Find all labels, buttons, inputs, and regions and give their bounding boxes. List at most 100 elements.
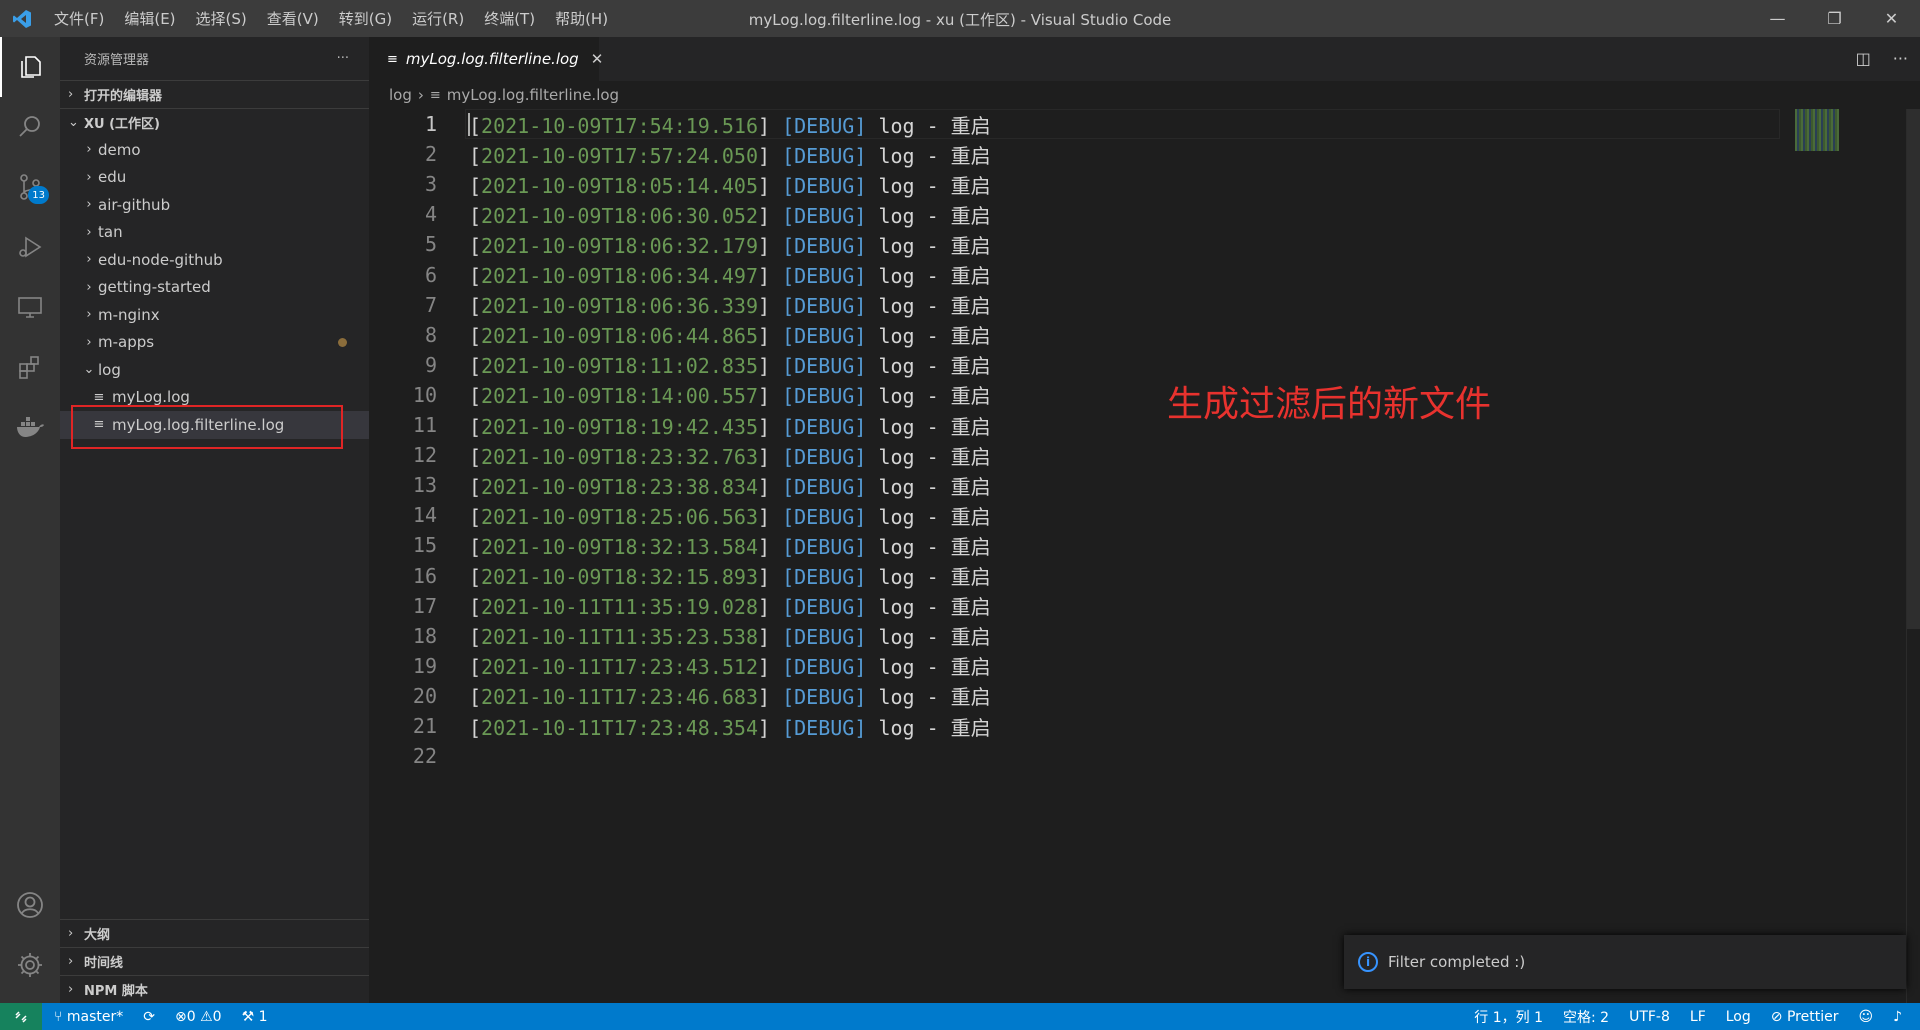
scm-count-badge: 13: [28, 186, 49, 204]
more-actions-button[interactable]: ···: [337, 51, 349, 66]
menu-item[interactable]: 编辑(E): [114, 8, 185, 29]
menu-item[interactable]: 选择(S): [186, 8, 257, 29]
prettier-status[interactable]: ⊘ Prettier: [1771, 1009, 1839, 1025]
folder-item[interactable]: › getting-started: [60, 274, 369, 302]
cursor-position[interactable]: 行 1，列 1: [1474, 1007, 1543, 1027]
folder-item[interactable]: › edu-node-github: [60, 246, 369, 274]
minimize-button[interactable]: —: [1749, 0, 1806, 37]
notifications-bell-icon[interactable]: ♪: [1893, 1009, 1902, 1025]
folder-item[interactable]: › tan: [60, 219, 369, 247]
activity-bar: 13: [0, 37, 60, 1003]
docker-icon[interactable]: [0, 397, 60, 457]
more-actions-icon[interactable]: ···: [1893, 49, 1908, 68]
editor-area[interactable]: 1 [2021-10-09T17:54:19.516] [DEBUG] log -…: [369, 109, 1920, 1003]
account-icon[interactable]: [0, 875, 60, 935]
code-line: 8 [2021-10-09T18:06:44.865] [DEBUG] log -…: [369, 320, 1789, 350]
folder-item[interactable]: › demo: [60, 136, 369, 164]
npm-scripts-section[interactable]: › NPM 脚本: [60, 975, 369, 1003]
menu-item[interactable]: 终端(T): [474, 8, 545, 29]
chevron-down-icon: ⌄: [83, 362, 95, 378]
minimap[interactable]: [1795, 109, 1839, 151]
close-window-button[interactable]: ✕: [1863, 0, 1920, 37]
bracket-open: [: [469, 113, 482, 138]
feedback-icon[interactable]: ☺: [1858, 1009, 1873, 1025]
breadcrumb-folder[interactable]: log: [389, 86, 412, 104]
manage-gear-icon[interactable]: [0, 935, 60, 995]
outline-section[interactable]: › 大纲: [60, 919, 369, 947]
end-of-line[interactable]: LF: [1690, 1009, 1706, 1025]
open-editors-section[interactable]: › 打开的编辑器: [60, 80, 369, 108]
folder-log[interactable]: ⌄ log: [60, 356, 369, 384]
timestamp: 2021-10-09T18:25:06.563: [481, 504, 758, 529]
log-level: [DEBUG]: [782, 715, 867, 740]
timestamp: 2021-10-09T18:06:44.865: [481, 324, 758, 349]
language-mode[interactable]: Log: [1726, 1009, 1751, 1025]
folder-label: edu: [98, 168, 127, 187]
code-line: 9 [2021-10-09T18:11:02.835] [DEBUG] log -…: [369, 350, 1789, 380]
folder-item[interactable]: › edu: [60, 164, 369, 192]
log-message: log - 重启: [878, 625, 991, 650]
folder-item[interactable]: › m-apps: [60, 329, 369, 357]
menu-item[interactable]: 转到(G): [329, 8, 402, 29]
folder-item[interactable]: › air-github: [60, 191, 369, 219]
log-level: [DEBUG]: [782, 444, 867, 469]
indentation[interactable]: 空格: 2: [1563, 1007, 1609, 1027]
log-message: log - 重启: [878, 173, 991, 198]
sync-icon[interactable]: ⟳: [143, 1009, 155, 1025]
run-debug-icon[interactable]: [0, 217, 60, 277]
source-control-icon[interactable]: 13: [0, 157, 60, 217]
code-line: 10 [2021-10-09T18:14:00.557] [DEBUG] log …: [369, 380, 1789, 410]
bracket-open: [: [469, 384, 482, 409]
branch-status[interactable]: ⑂ master*: [54, 1009, 123, 1025]
workspace-section[interactable]: ⌄ XU (工作区): [60, 108, 369, 136]
log-entry: [2021-10-09T18:32:15.893] [DEBUG] log - …: [469, 561, 991, 590]
timestamp: 2021-10-11T17:23:43.512: [481, 655, 758, 680]
menu-item[interactable]: 帮助(H): [545, 8, 618, 29]
line-number: 2: [424, 142, 437, 167]
vertical-scrollbar[interactable]: [1906, 109, 1920, 1003]
extensions-icon[interactable]: [0, 337, 60, 397]
timeline-label: 时间线: [84, 956, 124, 971]
tab-mylog-filterline[interactable]: ≡ myLog.log.filterline.log ✕: [369, 37, 603, 81]
workspace-label: XU (工作区): [84, 117, 160, 132]
restore-button[interactable]: ❐: [1806, 0, 1863, 37]
bracket-open: [: [469, 655, 482, 680]
search-icon[interactable]: [0, 97, 60, 157]
menu-item[interactable]: 查看(V): [257, 8, 329, 29]
remote-indicator-icon[interactable]: [0, 1003, 42, 1030]
folder-item[interactable]: › m-nginx: [60, 301, 369, 329]
log-entry: [2021-10-11T11:35:19.028] [DEBUG] log - …: [469, 591, 991, 620]
ports-status[interactable]: ⚒ 1: [242, 1009, 268, 1025]
encoding[interactable]: UTF-8: [1629, 1009, 1670, 1025]
title-bar: 文件(F) 编辑(E) 选择(S) 查看(V) 转到(G) 运行(R) 终端(T) 帮助(H)…: [0, 0, 1920, 37]
code-line: 5 [2021-10-09T18:06:32.179] [DEBUG] log -…: [369, 229, 1789, 259]
chevron-right-icon: ›: [86, 169, 92, 185]
remote-explorer-icon[interactable]: [0, 277, 60, 337]
bracket-close: ]: [758, 715, 783, 740]
log-entry: [2021-10-09T17:57:24.050] [DEBUG] log - …: [469, 140, 991, 169]
timestamp: 2021-10-09T18:11:02.835: [481, 354, 758, 379]
timestamp: 2021-10-09T18:23:38.834: [481, 474, 758, 499]
explorer-icon[interactable]: [0, 37, 60, 97]
log-message: log - 重启: [878, 324, 991, 349]
folder-label: tan: [98, 223, 123, 242]
log-entry: [2021-10-09T18:11:02.835] [DEBUG] log - …: [469, 350, 991, 379]
bracket-close: ]: [758, 474, 783, 499]
menu-item[interactable]: 文件(F): [44, 8, 114, 29]
chevron-right-icon: ›: [417, 86, 424, 104]
problems-status[interactable]: ⊗0 ⚠0: [175, 1009, 222, 1025]
split-editor-icon[interactable]: ◫: [1856, 49, 1871, 68]
timestamp: 2021-10-09T18:19:42.435: [481, 414, 758, 439]
breadcrumb-file[interactable]: myLog.log.filterline.log: [447, 86, 619, 104]
timeline-section[interactable]: › 时间线: [60, 947, 369, 975]
log-message: log - 重启: [878, 294, 991, 319]
scrollbar-thumb[interactable]: [1907, 109, 1920, 629]
code-line: 16 [2021-10-09T18:32:15.893] [DEBUG] log …: [369, 561, 1789, 591]
close-tab-icon[interactable]: ✕: [591, 50, 604, 68]
log-message: log - 重启: [878, 113, 991, 138]
menu-item[interactable]: 运行(R): [402, 8, 474, 29]
